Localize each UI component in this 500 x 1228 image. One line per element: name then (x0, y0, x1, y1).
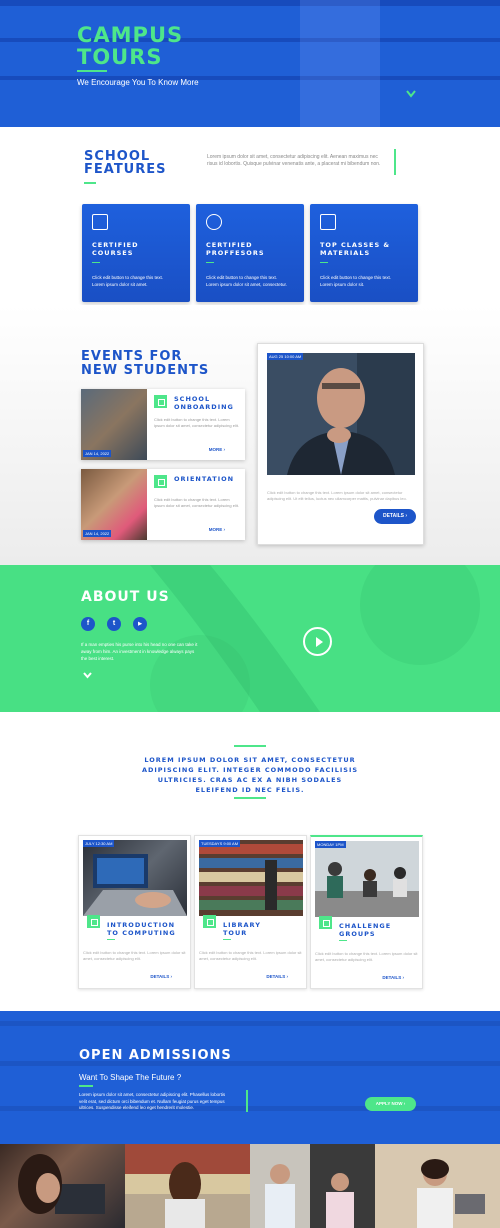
event-more-link[interactable]: MORE › (209, 447, 225, 452)
event-desc: Click edit button to change this text. L… (154, 497, 239, 508)
event-name: SCHOOL ONBOARDING (174, 395, 234, 411)
featured-event-card: AUG 25 10:00 AM Click edit button to cha… (257, 343, 424, 545)
tour-name: LIBRARY TOUR (223, 921, 261, 937)
feature-card-classes: TOP CLASSES & MATERIALS Click edit button… (310, 204, 418, 302)
quote-text: LOREM IPSUM DOLOR SIT AMET, CONSECTETUR … (141, 756, 359, 794)
play-video-button[interactable] (303, 627, 332, 656)
admissions-subtitle: Want To Shape The Future ? (79, 1073, 182, 1082)
hero-bg-shelf (0, 0, 500, 6)
chevron-down-icon[interactable] (83, 672, 92, 681)
calendar-icon (87, 915, 100, 928)
tour-date: TUESDAYS 9:00 AM (199, 840, 241, 847)
calendar-icon (319, 916, 332, 929)
hero-section: CAMPUS TOURS We Encourage You To Know Mo… (0, 0, 500, 127)
tour-details-link[interactable]: DETAILS › (382, 975, 404, 980)
feature-card-underline (206, 262, 214, 263)
feature-card-title: TOP CLASSES & MATERIALS (320, 241, 391, 257)
tour-underline (107, 939, 115, 940)
hero-title: CAMPUS TOURS (77, 23, 184, 69)
admissions-title: OPEN ADMISSIONS (79, 1048, 232, 1063)
tour-desc: Click edit button to change this text. L… (83, 950, 186, 961)
feature-card-desc: Click edit button to change this text. Lo… (92, 275, 164, 287)
facebook-icon[interactable]: f (81, 617, 95, 631)
featured-event-desc: Click edit button to change this text. L… (267, 490, 407, 501)
tour-card-computing[interactable]: JULY 12:30 AM INTRODUCTION TO COMPUTING C… (78, 835, 191, 989)
quote-bottom-line (234, 797, 266, 799)
events-section (0, 305, 500, 565)
about-background (150, 565, 480, 712)
feature-card-courses: CERTIFIED COURSES Click edit button to ch… (82, 204, 190, 302)
tour-card-library[interactable]: TUESDAYS 9:00 AM LIBRARY TOUR Click edit … (194, 835, 307, 989)
tour-image: MONDAY 1PM (315, 841, 419, 917)
hero-subtitle: We Encourage You To Know More (77, 78, 199, 87)
featured-event-details-button[interactable]: DETAILS › (374, 509, 416, 524)
certificate-icon (92, 214, 108, 230)
chevron-down-icon[interactable] (406, 90, 416, 100)
admissions-underline (79, 1085, 93, 1087)
featured-event-image: AUG 25 10:00 AM (267, 353, 415, 475)
event-desc: Click edit button to change this text. L… (154, 417, 239, 428)
feature-card-underline (92, 262, 100, 263)
feature-card-desc: Click edit button to change this text. Lo… (206, 275, 288, 287)
tour-name: CHALLENGE GROUPS (339, 922, 392, 938)
tour-details-link[interactable]: DETAILS › (150, 974, 172, 979)
about-description: If a man empties his purse into his head… (81, 642, 198, 661)
tour-card-groups[interactable]: MONDAY 1PM CHALLENGE GROUPS Click edit bu… (310, 835, 423, 989)
gallery-image-library (125, 1144, 250, 1228)
classes-icon (320, 214, 336, 230)
events-title: EVENTS FOR NEW STUDENTS (81, 349, 210, 378)
apply-now-button[interactable]: APPLY NOW › (365, 1097, 416, 1111)
event-date: JAN 14, 2022 (83, 450, 112, 457)
features-underline (84, 182, 96, 184)
feature-card-desc: Click edit button to change this text. Lo… (320, 275, 392, 287)
about-title: ABOUT US (81, 589, 170, 605)
hero-bg-figure (300, 0, 380, 127)
features-description: Lorem ipsum dolor sit amet, consectetur … (207, 154, 381, 167)
hero-bg-shelf (0, 76, 500, 80)
event-name: ORIENTATION (174, 475, 235, 483)
calendar-icon (203, 915, 216, 928)
youtube-icon[interactable]: ▶ (133, 617, 147, 631)
event-date: JAN 14, 2022 (83, 530, 112, 537)
event-card-orientation[interactable]: JAN 14, 2022 ORIENTATION Click edit butt… (81, 469, 245, 540)
tour-date: JULY 12:30 AM (83, 840, 115, 847)
admissions-section: OPEN ADMISSIONS Want To Shape The Future… (0, 1011, 500, 1144)
feature-card-underline (320, 262, 328, 263)
feature-card-title: CERTIFIED COURSES (92, 241, 139, 257)
tour-underline (223, 939, 231, 940)
tour-image: TUESDAYS 9:00 AM (199, 840, 303, 916)
hero-underline (77, 70, 107, 72)
calendar-icon (154, 395, 167, 408)
tour-desc: Click edit button to change this text. L… (315, 951, 418, 962)
featured-event-date: AUG 25 10:00 AM (267, 353, 304, 360)
event-card-onboarding[interactable]: JAN 14, 2022 SCHOOL ONBOARDING Click edit… (81, 389, 245, 460)
event-image: JAN 14, 2022 (81, 469, 147, 540)
gallery-image-students (250, 1144, 375, 1228)
calendar-icon (154, 475, 167, 488)
hero-bg-shelf (0, 38, 500, 42)
gallery-image-reading (375, 1144, 500, 1228)
admissions-background (0, 1021, 500, 1111)
tour-image: JULY 12:30 AM (83, 840, 187, 916)
features-title: SCHOOL FEATURES (84, 149, 167, 177)
event-image: JAN 14, 2022 (81, 389, 147, 460)
event-more-link[interactable]: MORE › (209, 527, 225, 532)
twitter-icon[interactable]: t (107, 617, 121, 631)
feature-card-professors: CERTIFIED PROFFESORS Click edit button to… (196, 204, 304, 302)
tour-details-link[interactable]: DETAILS › (266, 974, 288, 979)
professor-icon (206, 214, 222, 230)
features-divider (394, 149, 396, 175)
admissions-description: Lorem ipsum dolor sit amet, consectetur … (79, 1092, 226, 1110)
tour-date: MONDAY 1PM (315, 841, 346, 848)
quote-top-line (234, 745, 266, 747)
about-section: ABOUT US f t ▶ If a man empties his purs… (0, 565, 500, 712)
feature-card-title: CERTIFIED PROFFESORS (206, 241, 265, 257)
admissions-divider (246, 1090, 248, 1112)
tour-name: INTRODUCTION TO COMPUTING (107, 921, 176, 937)
gallery-image-laptop (0, 1144, 125, 1228)
tour-desc: Click edit button to change this text. L… (199, 950, 302, 961)
tour-underline (339, 940, 347, 941)
